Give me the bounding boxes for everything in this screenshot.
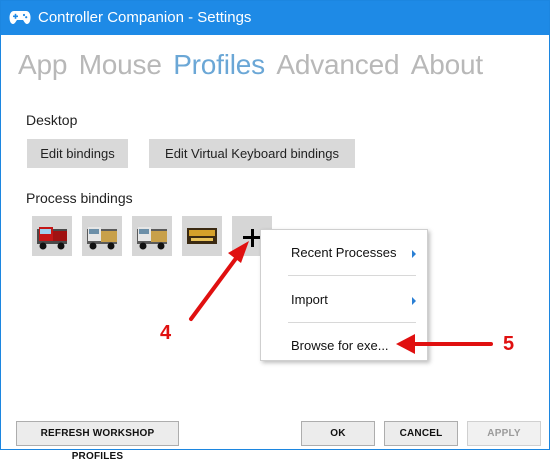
process-binding-tile[interactable] [182,216,222,256]
process-binding-tile[interactable] [132,216,172,256]
submenu-arrow-icon [412,250,416,258]
menu-separator [288,275,416,276]
main-tabs: App Mouse Profiles Advanced About [18,49,490,81]
tab-mouse[interactable]: Mouse [79,49,162,81]
menu-item-label: Import [291,292,328,307]
tab-advanced[interactable]: Advanced [276,49,399,81]
edit-virtual-keyboard-bindings-button[interactable]: Edit Virtual Keyboard bindings [149,139,355,168]
title-bar[interactable]: Controller Companion - Settings [1,1,549,35]
menu-item-import[interactable]: Import [261,287,427,313]
annotation-marker-4: 4 [160,322,172,344]
menu-item-label: Recent Processes [291,245,397,260]
menu-item-recent-processes[interactable]: Recent Processes [261,240,427,266]
desktop-section-label: Desktop [26,112,78,128]
tab-app[interactable]: App [18,49,67,81]
game-logo-icon [187,228,217,244]
annotation-marker-5: 5 [503,333,515,355]
submenu-arrow-icon [412,297,416,305]
add-process-context-menu: Recent Processes Import Browse for exe..… [260,229,428,361]
gamepad-icon [9,9,31,30]
window-title: Controller Companion - Settings [38,9,252,26]
process-bindings-section-label: Process bindings [26,190,133,206]
truck-icon [87,227,117,250]
truck-red-icon [37,227,67,250]
edit-bindings-button[interactable]: Edit bindings [27,139,128,168]
apply-button[interactable]: APPLY [467,421,541,446]
truck-icon [137,227,167,250]
menu-item-browse-for-exe[interactable]: Browse for exe... [261,333,427,359]
process-binding-tile[interactable] [82,216,122,256]
settings-window: Controller Companion - Settings App Mous… [0,0,550,462]
tab-about[interactable]: About [411,49,483,81]
tab-profiles[interactable]: Profiles [173,49,265,81]
menu-item-label: Browse for exe... [291,338,389,353]
cancel-button[interactable]: CANCEL [384,421,458,446]
refresh-workshop-profiles-button[interactable]: REFRESH WORKSHOP PROFILES [16,421,179,462]
process-binding-tile[interactable] [32,216,72,256]
ok-button[interactable]: OK [301,421,375,446]
annotation-arrow-4 [189,255,239,321]
menu-separator [288,322,416,323]
